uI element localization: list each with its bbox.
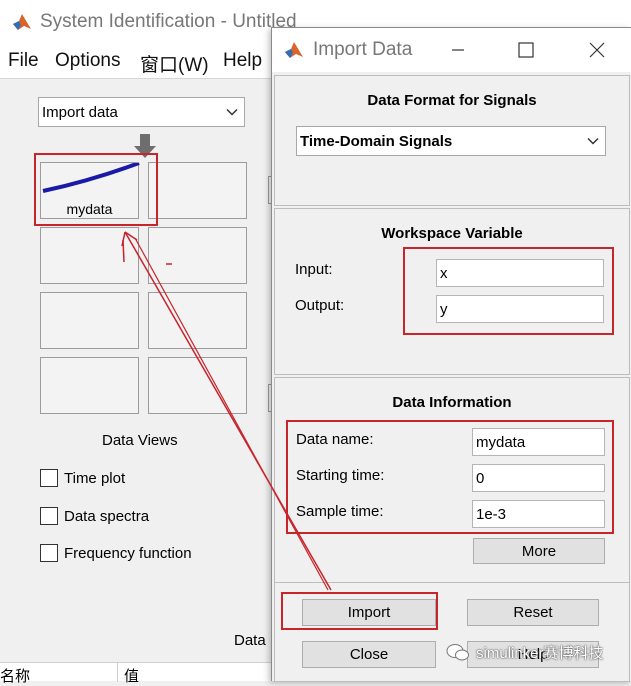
- data-format-heading: Data Format for Signals: [367, 92, 537, 109]
- output-variable-value: y: [440, 300, 448, 318]
- minimize-icon[interactable]: [446, 38, 470, 62]
- data-format-select-value: Time-Domain Signals: [300, 132, 453, 150]
- input-variable-field[interactable]: x: [436, 259, 604, 287]
- workspace-table-header: 名称 值: [0, 662, 271, 685]
- data-tile-empty[interactable]: [148, 227, 247, 284]
- drop-arrow-icon: [134, 134, 156, 158]
- data-name-field[interactable]: mydata: [472, 428, 605, 456]
- checkbox-time-plot[interactable]: Time plot: [40, 468, 125, 488]
- starting-time-label: Starting time:: [296, 467, 385, 484]
- data-preview-line: [42, 163, 140, 193]
- data-tile-empty[interactable]: [148, 162, 247, 219]
- data-tile-empty[interactable]: [40, 292, 139, 349]
- import-data-dialog: Import Data Data Format for Signals Time…: [271, 27, 631, 682]
- data-views-label: Data Views: [102, 432, 178, 449]
- checkbox-data-spectra[interactable]: Data spectra: [40, 506, 149, 526]
- reset-button[interactable]: Reset: [467, 599, 599, 626]
- checkbox-box[interactable]: [40, 544, 58, 562]
- output-label: Output:: [295, 297, 345, 314]
- column-divider: [117, 663, 118, 682]
- data-tile-mydata[interactable]: mydata: [40, 162, 140, 219]
- close-button[interactable]: Close: [302, 641, 436, 668]
- sample-time-label: Sample time:: [296, 503, 384, 520]
- window-title: System Identification - Untitled: [40, 11, 297, 32]
- column-header-value: 值: [124, 668, 140, 685]
- checkbox-label: Time plot: [64, 469, 126, 487]
- workspace-variable-heading: Workspace Variable: [381, 225, 523, 242]
- column-header-name: 名称: [0, 668, 31, 685]
- dialog-title: Import Data: [313, 39, 413, 60]
- import-button[interactable]: Import: [302, 599, 436, 626]
- input-label: Input:: [295, 261, 333, 278]
- maximize-icon[interactable]: [514, 38, 538, 62]
- data-format-panel: Data Format for Signals Time-Domain Sign…: [274, 75, 630, 206]
- checkbox-frequency-function[interactable]: Frequency function: [40, 543, 192, 563]
- watermark: simulinker赛博科技: [446, 642, 604, 663]
- data-tile-empty[interactable]: [148, 292, 247, 349]
- output-variable-field[interactable]: y: [436, 295, 604, 323]
- sample-time-field[interactable]: 1e-3: [472, 500, 605, 528]
- data-tile-label: mydata: [66, 201, 113, 217]
- chevron-down-icon: [587, 133, 599, 150]
- menu-window[interactable]: 窗口(W): [140, 50, 209, 77]
- matlab-icon: [12, 12, 32, 32]
- data-format-select[interactable]: Time-Domain Signals: [296, 126, 606, 156]
- data-information-heading: Data Information: [392, 394, 512, 411]
- data-tile-empty[interactable]: [148, 357, 247, 414]
- chevron-down-icon: [226, 104, 238, 121]
- button-panel: Import Reset Close Help: [274, 582, 630, 682]
- import-data-select[interactable]: Import data: [38, 97, 245, 127]
- menu-file[interactable]: File: [8, 50, 39, 72]
- more-button[interactable]: More: [473, 538, 605, 564]
- menu-help[interactable]: Help: [223, 50, 262, 72]
- matlab-icon: [284, 40, 304, 60]
- partial-data-label: Data: [234, 632, 266, 649]
- data-tile-empty[interactable]: [40, 357, 139, 414]
- data-information-panel: Data Information Data name: mydata Start…: [274, 377, 630, 604]
- menu-options[interactable]: Options: [55, 50, 120, 72]
- starting-time-value: 0: [476, 469, 485, 487]
- wechat-icon: [446, 643, 469, 660]
- data-tile-empty[interactable]: [40, 227, 139, 284]
- sample-time-value: 1e-3: [476, 505, 507, 523]
- workspace-variable-panel: Workspace Variable Input: x Output: y: [274, 208, 630, 375]
- checkbox-label: Frequency function: [64, 544, 192, 562]
- input-variable-value: x: [440, 264, 448, 282]
- watermark-text: simulinker赛博科技: [476, 645, 604, 662]
- close-icon[interactable]: [585, 38, 609, 62]
- checkbox-box[interactable]: [40, 507, 58, 525]
- data-name-label: Data name:: [296, 431, 374, 448]
- checkbox-box[interactable]: [40, 469, 58, 487]
- import-data-select-value: Import data: [42, 103, 118, 121]
- data-name-value: mydata: [476, 433, 526, 451]
- starting-time-field[interactable]: 0: [472, 464, 605, 492]
- dialog-title-bar: Import Data: [272, 28, 631, 72]
- checkbox-label: Data spectra: [64, 507, 150, 525]
